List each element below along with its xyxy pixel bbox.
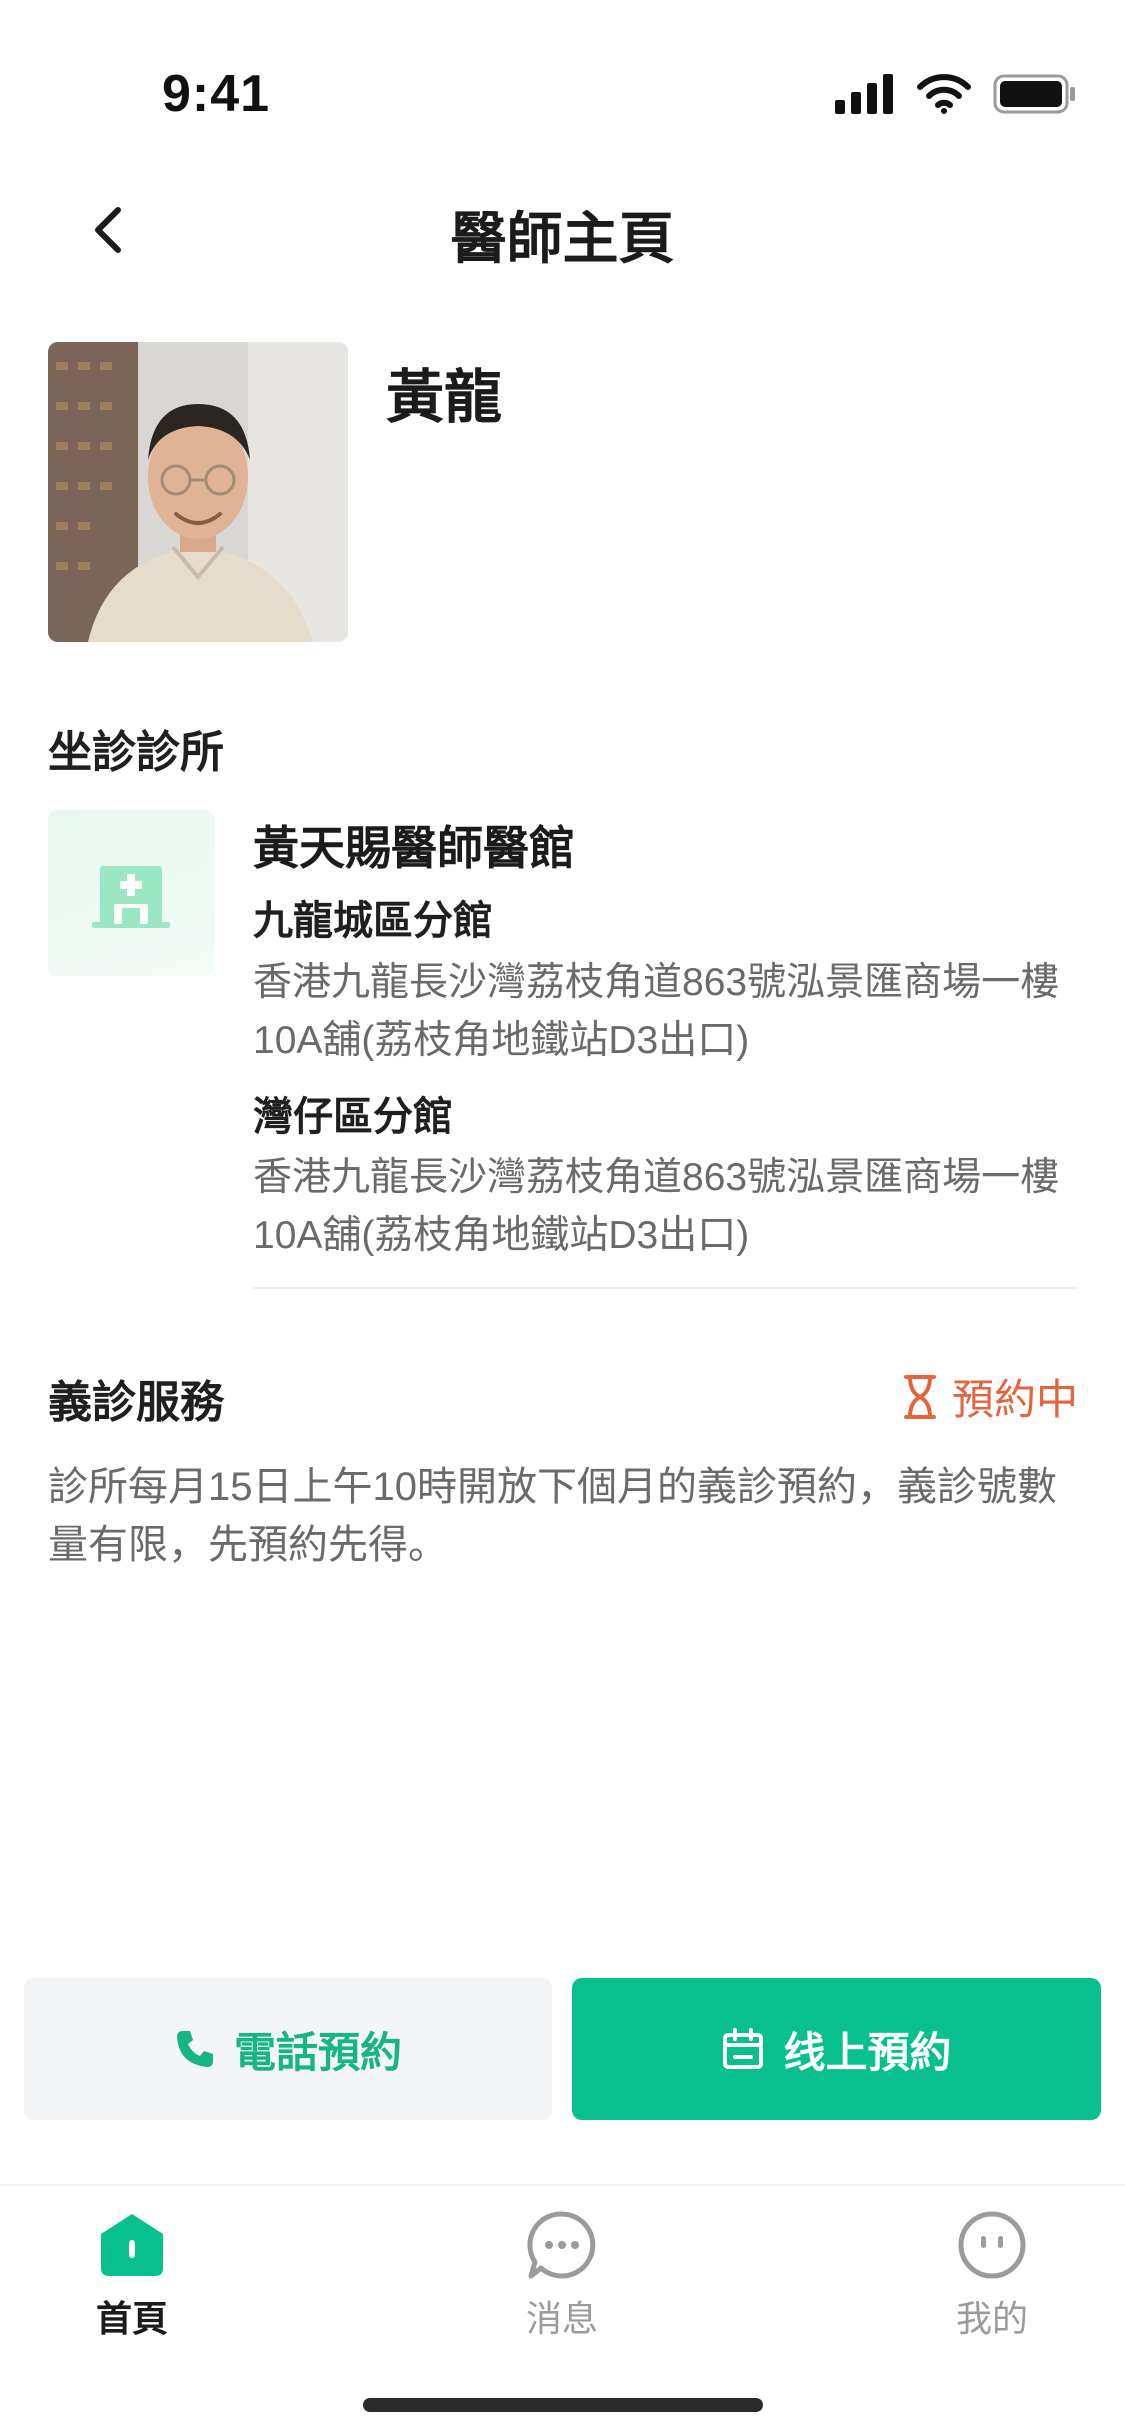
wifi-icon — [917, 74, 971, 114]
online-booking-button[interactable]: 线上預約 — [572, 1978, 1101, 2120]
hospital-icon — [92, 866, 170, 928]
volunteer-section-title: 義診服務 — [48, 1378, 224, 1427]
branch-name: 灣仔區分館 — [253, 1095, 453, 1139]
branch-name: 九龍城區分館 — [253, 899, 493, 943]
status-icons — [835, 74, 1077, 114]
chat-bubble-icon — [527, 2211, 596, 2279]
booking-status-badge: 預約中 — [902, 1366, 1078, 1427]
tab-home[interactable]: 首頁 — [32, 2210, 232, 2342]
clinic-section-title: 坐診診所 — [48, 728, 224, 777]
smiley-face-icon — [958, 2211, 1026, 2279]
tab-profile[interactable]: 我的 — [892, 2210, 1092, 2342]
status-time: 9:41 — [162, 65, 271, 123]
volunteer-description: 診所每月15日上午10時開放下個月的義診預約，義診號數量有限，先預約先得。 — [48, 1465, 1057, 1567]
booking-status-text: 預約中 — [951, 1376, 1078, 1423]
branch-address: 香港九龍長沙灣荔枝角道863號泓景匯商場一樓10A舖(荔枝角地鐵站D3出口) — [253, 961, 1060, 1062]
online-booking-label: 线上預約 — [783, 2028, 952, 2076]
battery-icon — [993, 74, 1075, 114]
calendar-icon — [723, 2028, 764, 2069]
clinic-icon-box — [48, 810, 214, 976]
branch-address: 香港九龍長沙灣荔枝角道863號泓景匯商場一樓10A舖(荔枝角地鐵站D3出口) — [253, 1156, 1060, 1257]
tab-messages-label: 消息 — [525, 2298, 598, 2339]
tab-profile-label: 我的 — [955, 2298, 1028, 2339]
tabbar-divider — [0, 2184, 1125, 2186]
tab-messages[interactable]: 消息 — [462, 2210, 662, 2342]
home-indicator[interactable] — [363, 2398, 763, 2412]
doctor-photo — [48, 342, 348, 642]
tab-home-label: 首頁 — [95, 2298, 168, 2339]
home-icon — [101, 2214, 163, 2276]
doctor-name: 黃龍 — [386, 365, 503, 430]
divider — [253, 1287, 1078, 1289]
doctor-avatar — [48, 342, 348, 642]
phone-booking-label: 電話預約 — [233, 2028, 402, 2076]
hourglass-icon — [903, 1374, 936, 1419]
page-title: 醫師主頁 — [450, 207, 675, 270]
phone-icon — [176, 2031, 213, 2067]
clinic-name: 黃天賜醫師醫館 — [253, 822, 575, 874]
cellular-signal-icon — [835, 74, 893, 114]
phone-booking-button[interactable]: 電話預約 — [24, 1978, 552, 2120]
